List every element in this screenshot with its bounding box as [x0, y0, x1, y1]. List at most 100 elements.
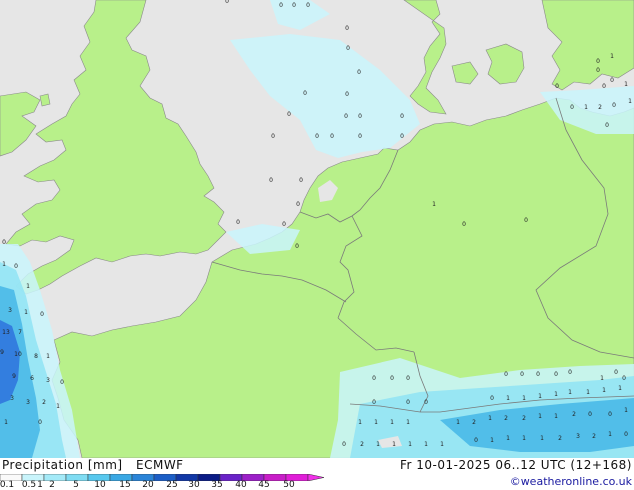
credit-link[interactable]: ©weatheronline.co.uk	[510, 475, 632, 488]
precip-value: 0	[406, 375, 410, 382]
precip-value: 1	[46, 353, 50, 360]
precip-value: 0	[610, 77, 614, 84]
colorbar-segment	[43, 474, 67, 481]
precip-value: 1	[602, 387, 606, 394]
precip-value: 1	[522, 395, 526, 402]
precip-value: 1	[406, 419, 410, 426]
precip-value: 1	[4, 419, 8, 426]
precip-value: 10	[14, 351, 22, 358]
precip-value: 0	[296, 201, 300, 208]
precip-value: 0	[279, 2, 283, 9]
precip-value: 1	[440, 441, 444, 448]
precip-value: 3	[8, 307, 12, 314]
precip-value: 0	[345, 91, 349, 98]
precip-value: 0	[596, 67, 600, 74]
scale-label: 40	[235, 480, 247, 490]
scale-label: 45	[258, 480, 270, 490]
precip-value: 0	[358, 133, 362, 140]
precip-value: 1	[522, 435, 526, 442]
precip-value: 0	[568, 369, 572, 376]
precip-value: 1	[424, 441, 428, 448]
precip-value: 0	[614, 369, 618, 376]
scale-label: 15	[119, 480, 131, 490]
precip-value: 0	[622, 375, 626, 382]
precipitation-map: 00 0 00000 00 0 0 00 0 0 0 00 0100000000100 1 2 010100…	[0, 0, 634, 458]
precip-value: 0	[303, 90, 307, 97]
precip-value: 0	[346, 45, 350, 52]
precip-value: 1	[376, 441, 380, 448]
precip-value: 0	[2, 239, 6, 246]
scale-label: 25	[166, 480, 178, 490]
precip-value: 1	[568, 389, 572, 396]
precip-value: 1	[456, 419, 460, 426]
precip-value: 1	[358, 419, 362, 426]
precip-value: 0	[299, 177, 303, 184]
precip-value: 0	[490, 395, 494, 402]
scale-label: 20	[142, 480, 154, 490]
precip-value: 1	[506, 395, 510, 402]
precip-value: 1	[554, 413, 558, 420]
precip-value: 0	[555, 83, 559, 90]
precip-value: 1	[374, 419, 378, 426]
precip-value: 0	[315, 133, 319, 140]
precip-value: 1	[538, 413, 542, 420]
precip-value: 1	[390, 419, 394, 426]
scale-label: 30	[188, 480, 200, 490]
precip-value: 0	[605, 122, 609, 129]
precip-value: 1	[392, 441, 396, 448]
precip-value: 3	[576, 433, 580, 440]
precip-value: 0	[400, 133, 404, 140]
precip-value: 1	[584, 104, 588, 111]
precip-value: 0	[372, 399, 376, 406]
scale-label: 0.5	[21, 480, 37, 490]
precip-value: 0	[570, 104, 574, 111]
precip-value: 1	[2, 261, 6, 268]
precip-value: 2	[558, 435, 562, 442]
precip-value: 1	[624, 81, 628, 88]
scale-label: 2	[49, 480, 55, 490]
precip-value: 9	[12, 373, 16, 380]
precip-value: 0	[330, 133, 334, 140]
scale-label: 1	[37, 480, 43, 490]
scale-label: 10	[94, 480, 106, 490]
precip-value: 1	[608, 431, 612, 438]
precip-value: 3	[46, 377, 50, 384]
precip-value: 0	[295, 243, 299, 250]
precip-value: 0	[40, 311, 44, 318]
precip-value: 0	[596, 58, 600, 65]
precip-value: 1	[56, 403, 60, 410]
precip-value: 0	[60, 379, 64, 386]
precip-value: 3	[26, 399, 30, 406]
precip-value: 0	[524, 217, 528, 224]
scale-label: 35	[211, 480, 223, 490]
precip-value: 1	[488, 415, 492, 422]
precip-value: 0	[14, 263, 18, 270]
model-name: ECMWF	[136, 458, 184, 472]
precip-value: 8	[34, 353, 38, 360]
precip-value: 1	[628, 98, 632, 105]
precip-value: 7	[18, 329, 22, 336]
scale-label: 50	[283, 480, 295, 490]
precip-value: 2	[360, 441, 364, 448]
precip-value: 1	[408, 441, 412, 448]
precip-value: 0	[269, 177, 273, 184]
precip-value: 9	[0, 349, 4, 356]
precip-value: 0	[236, 219, 240, 226]
precip-value: 0	[424, 399, 428, 406]
precip-value: 0	[345, 25, 349, 32]
precip-value: 2	[592, 433, 596, 440]
precip-value: 0	[282, 221, 286, 228]
precip-value: 0	[588, 411, 592, 418]
precip-value: 0	[372, 375, 376, 382]
precip-value: 2	[522, 415, 526, 422]
precip-value: 1	[26, 283, 30, 290]
scale-label: 5	[73, 480, 79, 490]
precip-value: 0	[306, 2, 310, 9]
precip-value: 1	[538, 393, 542, 400]
precip-value: 1	[24, 309, 28, 316]
precip-value: 1	[432, 201, 436, 208]
precip-value: 0	[400, 113, 404, 120]
land-isle-of-man	[39, 93, 51, 107]
colorbar-arrow	[307, 474, 325, 481]
precip-value: 0	[520, 371, 524, 378]
